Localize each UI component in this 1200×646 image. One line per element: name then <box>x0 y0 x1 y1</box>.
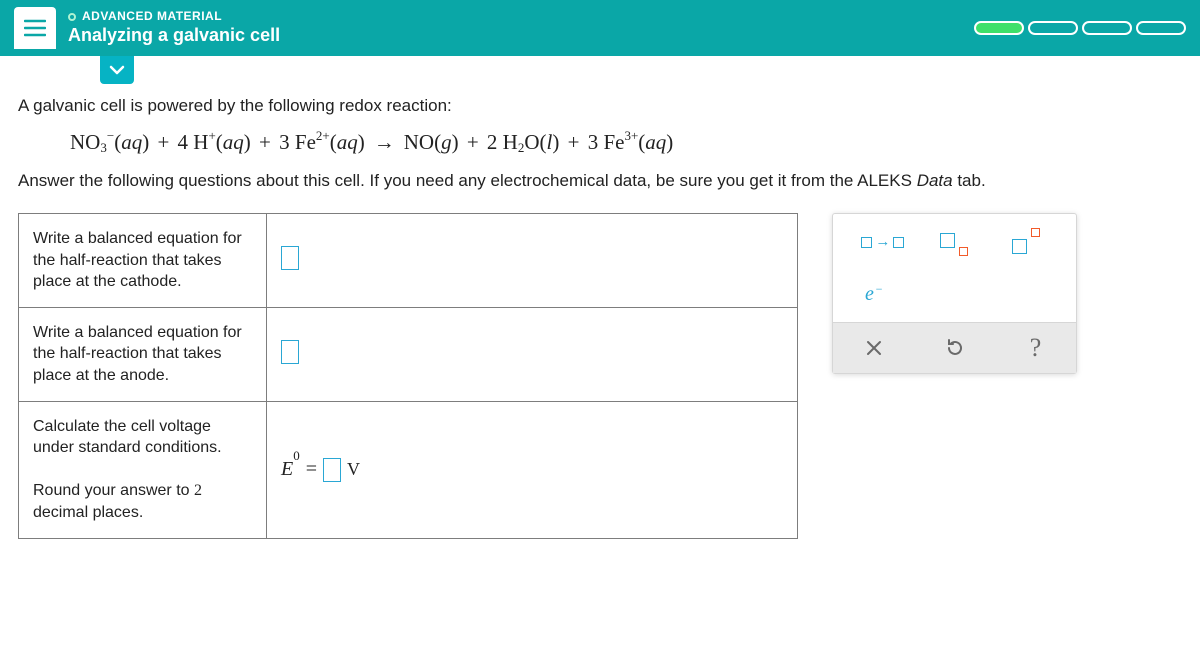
instructions-part: Answer the following questions about thi… <box>18 171 917 190</box>
answer-cell[interactable]: E0 = V <box>267 401 798 538</box>
reaction-equation: NO3−(aq) + 4 H+(aq) + 3 Fe2+(aq) → NO(g)… <box>70 130 1182 155</box>
clear-button[interactable] <box>856 333 892 363</box>
box-icon <box>1012 239 1027 254</box>
chevron-row <box>0 56 1200 94</box>
progress-pills <box>974 21 1186 35</box>
answer-input[interactable] <box>281 246 299 270</box>
table-row: Write a balanced equation for the half-r… <box>19 307 798 401</box>
instructions-part: tab. <box>953 171 986 190</box>
question-icon: ? <box>1030 333 1042 363</box>
module-badge: ADVANCED MATERIAL <box>68 9 974 24</box>
question-table: Write a balanced equation for the half-r… <box>18 213 798 539</box>
species: NO(g) <box>404 130 459 155</box>
progress-pill <box>974 21 1024 35</box>
species: NO3−(aq) <box>70 130 149 155</box>
question-text: Calculate the cell voltage under standar… <box>33 418 222 457</box>
question-prompt: Calculate the cell voltage under standar… <box>19 401 267 538</box>
progress-pill <box>1028 21 1078 35</box>
box-icon <box>940 233 955 248</box>
data-tab-reference: Data <box>917 171 953 190</box>
progress-pill <box>1136 21 1186 35</box>
table-row: Calculate the cell voltage under standar… <box>19 401 798 538</box>
species: 3 Fe2+(aq) <box>279 130 365 155</box>
chevron-down-icon <box>109 65 125 75</box>
progress-pill <box>1082 21 1132 35</box>
answer-cell[interactable] <box>267 214 798 308</box>
box-icon <box>959 247 968 256</box>
expand-button[interactable] <box>100 56 134 84</box>
instructions-text: Answer the following questions about thi… <box>18 171 1182 191</box>
decimal-places: 2 <box>194 482 202 499</box>
box-icon <box>893 237 904 248</box>
box-icon <box>1031 228 1040 237</box>
answer-cell[interactable] <box>267 307 798 401</box>
app-header: ADVANCED MATERIAL Analyzing a galvanic c… <box>0 0 1200 56</box>
topic-title: Analyzing a galvanic cell <box>68 24 974 47</box>
question-prompt: Write a balanced equation for the half-r… <box>19 214 267 308</box>
question-text: decimal places. <box>33 504 143 521</box>
undo-icon <box>944 337 966 359</box>
equals-sign: = <box>306 458 317 481</box>
insert-arrow-button[interactable]: → <box>861 226 904 258</box>
volt-unit: V <box>347 459 360 480</box>
box-icon <box>861 237 872 248</box>
voltage-input[interactable] <box>323 458 341 482</box>
module-badge-label: ADVANCED MATERIAL <box>82 9 222 24</box>
reaction-arrow-icon: → <box>374 130 395 155</box>
intro-text: A galvanic cell is powered by the follow… <box>18 96 1182 116</box>
question-text: Round your answer to <box>33 482 194 499</box>
e-naught-symbol: E0 <box>281 458 300 481</box>
question-prompt: Write a balanced equation for the half-r… <box>19 307 267 401</box>
equation-palette: → e− <box>832 213 1077 374</box>
insert-subscript-button[interactable] <box>940 226 968 258</box>
table-row: Write a balanced equation for the half-r… <box>19 214 798 308</box>
arrow-icon: → <box>875 234 890 251</box>
reset-button[interactable] <box>937 333 973 363</box>
hamburger-icon <box>24 19 46 37</box>
species: 2 H2O(l) <box>487 130 559 155</box>
insert-electron-button[interactable]: e− <box>865 278 882 310</box>
species: 4 H+(aq) <box>178 130 251 155</box>
help-button[interactable]: ? <box>1018 333 1054 363</box>
close-icon <box>865 339 883 357</box>
menu-button[interactable] <box>14 7 56 49</box>
species: 3 Fe3+(aq) <box>588 130 674 155</box>
answer-input[interactable] <box>281 340 299 364</box>
insert-superscript-button[interactable] <box>1012 226 1040 258</box>
badge-dot-icon <box>68 13 76 21</box>
